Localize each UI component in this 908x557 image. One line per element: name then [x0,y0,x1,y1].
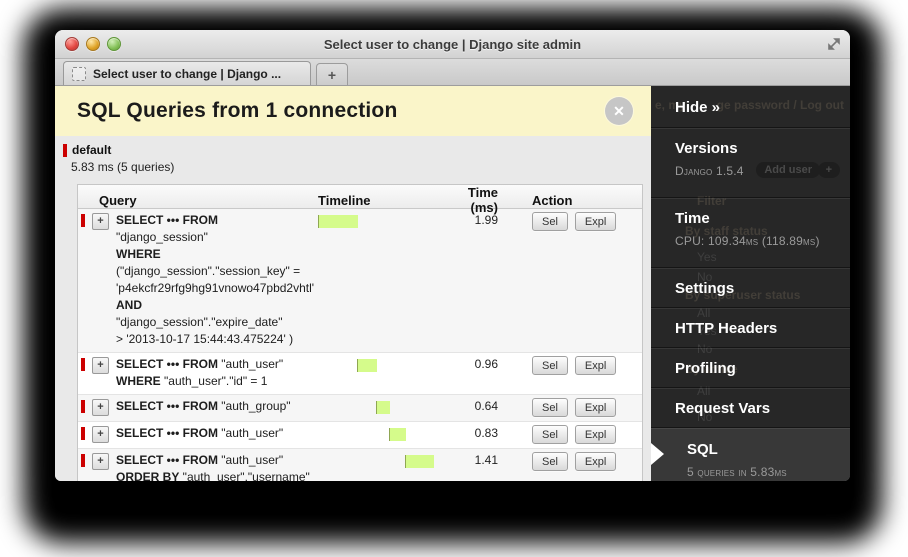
timeline-bar [357,359,377,372]
close-panel-button[interactable]: ✕ [605,97,633,125]
query-time-ms: 1.99 [438,212,520,348]
timeline-cell [318,398,438,417]
explain-button[interactable]: Expl [575,398,616,417]
column-header-query: Query [78,193,318,208]
column-header-time: Time (ms) [438,185,520,215]
sidebar-item-label: Request Vars [675,400,850,417]
sidebar-item-label: SQL [687,441,850,458]
sidebar-item-label: Settings [675,280,850,297]
browser-window: Select user to change | Django site admi… [55,30,850,481]
content-area: SQL Queries from 1 connection ✕ default … [55,86,850,481]
select-button[interactable]: Sel [532,425,568,444]
sidebar-item-settings[interactable]: Settings [651,268,850,308]
column-header-action: Action [520,193,642,208]
titlebar: Select user to change | Django site admi… [55,30,850,59]
timeline-bar [376,401,390,414]
query-color-marker [78,212,92,348]
query-row: + SELECT ••• FROM "auth_user" ORDER BY "a… [78,448,642,481]
expand-query-button[interactable]: + [92,453,109,470]
close-icon: ✕ [613,103,625,120]
query-sql-text: SELECT ••• FROM "auth_user" [116,425,318,444]
panel-title: SQL Queries from 1 connection [77,99,397,123]
column-header-timeline: Timeline [318,193,438,208]
query-actions: Sel Expl [520,398,642,417]
timeline-cell [318,452,438,481]
timeline-bar [405,455,434,468]
sidebar-item-versions[interactable]: Versions Django 1.5.4 [651,128,850,198]
sidebar-hide: Hide » [651,86,850,128]
timeline-cell [318,212,438,348]
query-color-marker [78,425,92,444]
timeline-bar [318,215,358,228]
query-time-ms: 0.83 [438,425,520,444]
expand-query-button[interactable]: + [92,357,109,374]
explain-button[interactable]: Expl [575,356,616,375]
sidebar-item-time[interactable]: Time CPU: 109.34ms (118.89ms) [651,198,850,268]
select-button[interactable]: Sel [532,212,568,231]
sidebar-item-subtext: 5 queries in 5.83ms [687,465,850,479]
query-sql-text: SELECT ••• FROM "django_session" WHERE (… [116,212,318,348]
sidebar-item-sql[interactable]: SQL 5 queries in 5.83ms [651,428,850,481]
query-color-marker [78,452,92,481]
select-button[interactable]: Sel [532,398,568,417]
queries-table-rows: + SELECT ••• FROM "django_session" WHERE … [78,209,642,481]
sql-panel: SQL Queries from 1 connection ✕ default … [55,86,651,481]
query-row: + SELECT ••• FROM "auth_user" WHERE "auth… [78,352,642,394]
debug-toolbar-sidebar: e, myge password / Log outAdd user+Filte… [651,86,850,481]
window-title: Select user to change | Django site admi… [55,37,850,52]
query-row: + SELECT ••• FROM "auth_group" 0.64 Sel Expl [78,394,642,421]
explain-button[interactable]: Expl [575,425,616,444]
connection-row: default [63,143,643,157]
connection-summary: 5.83 ms (5 queries) [71,160,643,174]
query-row: + SELECT ••• FROM "auth_user" 0.83 Sel Expl [78,421,642,448]
tab-bar: Select user to change | Django ... + [55,59,850,86]
timeline-bar [389,428,406,441]
query-row: + SELECT ••• FROM "django_session" WHERE … [78,209,642,352]
sql-panel-header: SQL Queries from 1 connection ✕ [55,86,651,136]
sidebar-item-subtext: CPU: 109.34ms (118.89ms) [675,234,850,248]
select-button[interactable]: Sel [532,356,568,375]
favicon-placeholder-icon [72,67,86,81]
resize-icon[interactable] [826,36,842,52]
explain-button[interactable]: Expl [575,452,616,471]
sidebar-item-label: Versions [675,140,850,157]
tab-title: Select user to change | Django ... [93,67,281,81]
query-time-ms: 0.64 [438,398,520,417]
sql-panel-body: default 5.83 ms (5 queries) Query Timeli… [55,136,651,481]
query-actions: Sel Expl [520,356,642,390]
connection-color-marker [63,144,67,157]
queries-table: Query Timeline Time (ms) Action + SELECT … [77,184,643,481]
timeline-cell [318,356,438,390]
query-actions: Sel Expl [520,452,642,481]
sidebar-items: Versions Django 1.5.4 Time CPU: 109.34ms (1… [651,128,850,481]
active-item-arrow-icon [651,443,664,465]
explain-button[interactable]: Expl [575,212,616,231]
query-time-ms: 0.96 [438,356,520,390]
timeline-cell [318,425,438,444]
query-sql-text: SELECT ••• FROM "auth_user" WHERE "auth_… [116,356,318,390]
connection-name: default [72,143,111,157]
hide-toolbar-button[interactable]: Hide » [675,99,720,116]
query-color-marker [78,356,92,390]
sidebar-item-http-headers[interactable]: HTTP Headers [651,308,850,348]
select-button[interactable]: Sel [532,452,568,471]
sidebar-item-label: Profiling [675,360,850,377]
tab-select-user-to-change[interactable]: Select user to change | Django ... [63,61,311,85]
expand-query-button[interactable]: + [92,399,109,416]
query-time-ms: 1.41 [438,452,520,481]
query-sql-text: SELECT ••• FROM "auth_group" [116,398,318,417]
sidebar-item-profiling[interactable]: Profiling [651,348,850,388]
query-color-marker [78,398,92,417]
query-actions: Sel Expl [520,425,642,444]
expand-query-button[interactable]: + [92,426,109,443]
new-tab-button[interactable]: + [316,63,348,85]
query-actions: Sel Expl [520,212,642,348]
sidebar-item-subtext: Django 1.5.4 [675,164,850,178]
sidebar-item-label: HTTP Headers [675,320,850,337]
sidebar-item-label: Time [675,210,850,227]
expand-query-button[interactable]: + [92,213,109,230]
query-sql-text: SELECT ••• FROM "auth_user" ORDER BY "au… [116,452,318,481]
sidebar-item-request-vars[interactable]: Request Vars [651,388,850,428]
queries-table-header: Query Timeline Time (ms) Action [78,185,642,209]
